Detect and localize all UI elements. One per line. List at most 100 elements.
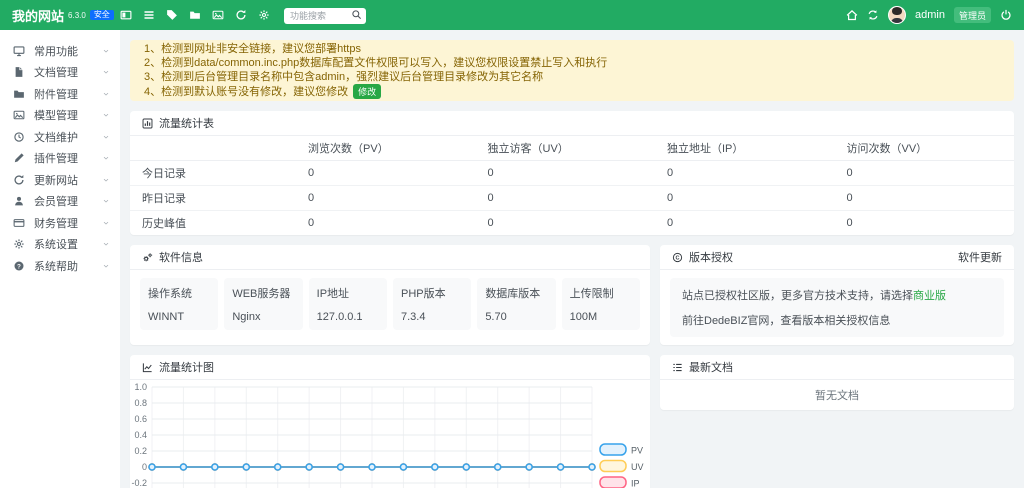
chevron-down-icon xyxy=(102,133,110,141)
cell-value: 0 xyxy=(476,161,656,186)
legend-label-IP[interactable]: IP xyxy=(631,479,640,488)
card-icon xyxy=(13,217,25,229)
license-line-2: 前往DedeBIZ官网，查看版本相关授权信息 xyxy=(682,312,992,328)
traffic-table-title: 流量统计表 xyxy=(159,115,214,131)
col-header-empty xyxy=(130,136,296,161)
data-point-PV xyxy=(432,464,438,470)
cell-value: 0 xyxy=(655,186,835,211)
data-point-PV xyxy=(338,464,344,470)
y-tick-label: 0 xyxy=(142,462,147,472)
y-tick-label: 0.2 xyxy=(134,446,147,456)
sidebar-item-document-maintenance[interactable]: 文档维护 xyxy=(0,126,120,148)
sync-icon[interactable] xyxy=(867,9,879,21)
gear-icon xyxy=(13,238,25,250)
poll-icon xyxy=(142,118,153,129)
legend-swatch-IP[interactable] xyxy=(600,477,626,488)
sidebar-item-update-site[interactable]: 更新网站 xyxy=(0,169,120,191)
chevron-down-icon xyxy=(102,219,110,227)
avatar[interactable] xyxy=(888,6,906,24)
notice-line: 2、检测到data/common.inc.php数据库配置文件权限可以写入，建议… xyxy=(144,56,1000,70)
info-box-ip: IP地址 127.0.0.1 xyxy=(309,278,387,330)
info-value: 5.70 xyxy=(485,311,547,323)
business-edition-link[interactable]: 商业版 xyxy=(913,290,946,302)
history-icon xyxy=(13,131,25,143)
license-title: 版本授权 xyxy=(689,249,733,265)
pen-icon xyxy=(13,152,25,164)
sidebar-item-attachment-management[interactable]: 附件管理 xyxy=(0,83,120,105)
legend-swatch-PV[interactable] xyxy=(600,444,626,455)
username[interactable]: admin xyxy=(915,9,945,21)
sidebar-item-finance-management[interactable]: 财务管理 xyxy=(0,212,120,234)
info-value: 100M xyxy=(570,311,632,323)
table-row: 昨日记录 0 0 0 0 xyxy=(130,186,1014,211)
legend-swatch-UV[interactable] xyxy=(600,461,626,472)
traffic-table-header: 流量统计表 xyxy=(130,111,1014,136)
security-badge: 安全 xyxy=(90,10,114,21)
chevron-down-icon xyxy=(102,154,110,162)
traffic-line-chart: 1.00.80.60.40.20-0.2-0.4-0.6-0.8-1.0PVUV… xyxy=(130,380,650,488)
panel-toggle-icon[interactable] xyxy=(120,9,132,21)
software-update-link[interactable]: 软件更新 xyxy=(958,249,1002,265)
folder-icon[interactable] xyxy=(189,9,201,21)
folder-icon xyxy=(13,88,25,100)
cell-value: 0 xyxy=(476,186,656,211)
traffic-table: 浏览次数（PV） 独立访客（UV） 独立地址（IP） 访问次数（VV） 今日记录… xyxy=(130,136,1014,235)
sidebar-item-common-functions[interactable]: 常用功能 xyxy=(0,40,120,62)
fix-account-button[interactable]: 修改 xyxy=(353,84,381,99)
license-header: 版本授权 软件更新 xyxy=(660,245,1014,270)
info-box-webserver: WEB服务器 Nginx xyxy=(224,278,302,330)
power-icon[interactable] xyxy=(1000,9,1012,21)
info-label: IP地址 xyxy=(317,285,379,301)
gear-icon[interactable] xyxy=(258,9,270,21)
data-point-PV xyxy=(589,464,595,470)
data-point-PV xyxy=(400,464,406,470)
traffic-chart-header: 流量统计图 xyxy=(130,355,650,380)
legend-label-PV[interactable]: PV xyxy=(631,446,643,456)
list-icon[interactable] xyxy=(143,9,155,21)
redo-icon[interactable] xyxy=(235,9,247,21)
info-label: 操作系统 xyxy=(148,285,210,301)
data-point-PV xyxy=(369,464,375,470)
col-header-vv: 访问次数（VV） xyxy=(835,136,1015,161)
search-icon[interactable] xyxy=(351,9,362,20)
legend-label-UV[interactable]: UV xyxy=(631,462,644,472)
license-card: 版本授权 软件更新 站点已授权社区版，更多官方技术支持，请选择商业版 前往Ded… xyxy=(660,245,1014,345)
security-notice-panel: 1、检测到网址非安全链接，建议您部署https 2、检测到data/common… xyxy=(130,40,1014,101)
chevron-down-icon xyxy=(102,197,110,205)
data-point-PV xyxy=(212,464,218,470)
notice-line: 4、检测到默认账号没有修改，建议您修改修改 xyxy=(144,84,1000,99)
notice-line: 3、检测到后台管理目录名称中包含admin，强烈建议后台管理目录修改为其它名称 xyxy=(144,70,1000,84)
data-point-PV xyxy=(463,464,469,470)
topbar-right: admin 管理员 xyxy=(846,6,1024,24)
sidebar-item-system-settings[interactable]: 系统设置 xyxy=(0,234,120,256)
sidebar-item-member-management[interactable]: 会员管理 xyxy=(0,191,120,213)
brand[interactable]: 我的网站 6.3.0 安全 xyxy=(0,6,112,25)
data-point-PV xyxy=(149,464,155,470)
copyright-icon xyxy=(672,252,683,263)
chart-line-icon xyxy=(142,362,153,373)
info-value: Nginx xyxy=(232,311,294,323)
tag-icon[interactable] xyxy=(166,9,178,21)
home-icon[interactable] xyxy=(846,9,858,21)
sidebar-item-plugin-management[interactable]: 插件管理 xyxy=(0,148,120,170)
info-box-database: 数据库版本 5.70 xyxy=(477,278,555,330)
topbar: 我的网站 6.3.0 安全 admin 管理员 xyxy=(0,0,1024,30)
role-badge: 管理员 xyxy=(954,7,991,23)
redo-icon xyxy=(13,174,25,186)
sidebar: 常用功能 文档管理 附件管理 模型管理 文档维护 插件管理 xyxy=(0,30,120,488)
sidebar-item-model-management[interactable]: 模型管理 xyxy=(0,105,120,127)
info-box-php: PHP版本 7.3.4 xyxy=(393,278,471,330)
sidebar-item-system-help[interactable]: 系统帮助 xyxy=(0,255,120,277)
images-icon[interactable] xyxy=(212,9,224,21)
chevron-down-icon xyxy=(102,90,110,98)
cell-value: 0 xyxy=(655,211,835,236)
license-line-1: 站点已授权社区版，更多官方技术支持，请选择商业版 xyxy=(682,287,992,303)
y-tick-label: 0.6 xyxy=(134,414,147,424)
function-search xyxy=(284,6,366,24)
traffic-chart-card: 流量统计图 1.00.80.60.40.20-0.2-0.4-0.6-0.8-1… xyxy=(130,355,650,488)
sidebar-item-document-management[interactable]: 文档管理 xyxy=(0,62,120,84)
license-info-box: 站点已授权社区版，更多官方技术支持，请选择商业版 前往DedeBIZ官网，查看版… xyxy=(670,278,1004,337)
table-row: 历史峰值 0 0 0 0 xyxy=(130,211,1014,236)
y-tick-label: 1.0 xyxy=(134,382,147,392)
info-value: 7.3.4 xyxy=(401,311,463,323)
